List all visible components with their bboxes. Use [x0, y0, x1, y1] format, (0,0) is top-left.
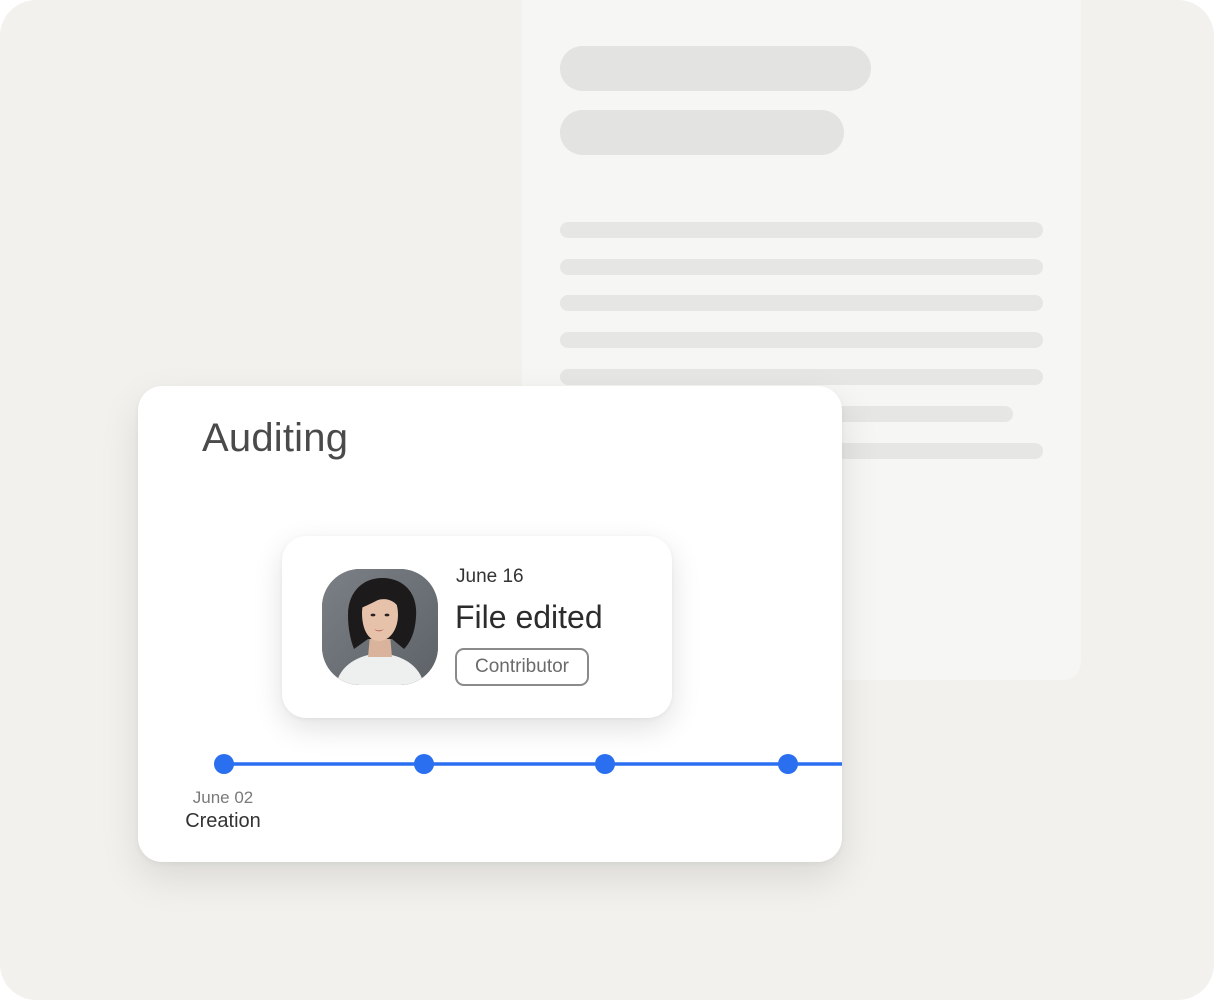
skeleton-text-line: [560, 369, 1043, 385]
canvas-background: Auditing June 02 Creation June 16 File e…: [0, 0, 1214, 1000]
timeline-event-label: Creation: [185, 810, 261, 832]
skeleton-text-line: [560, 295, 1043, 311]
timeline-event-date: June 02: [192, 788, 254, 807]
role-badge: Contributor: [455, 648, 589, 686]
timeline-point[interactable]: [778, 754, 798, 774]
event-popover[interactable]: June 16 File edited Contributor: [282, 536, 672, 718]
skeleton-text-line: [560, 259, 1043, 275]
event-date: June 16: [456, 566, 524, 587]
skeleton-title-bar: [560, 46, 871, 91]
skeleton-subtitle-bar: [560, 110, 844, 155]
timeline-point-file-edited[interactable]: [414, 754, 434, 774]
skeleton-text-line: [560, 332, 1043, 348]
event-title: File edited: [455, 599, 603, 635]
avatar: [322, 569, 438, 685]
timeline-point[interactable]: [595, 754, 615, 774]
skeleton-text-line: [560, 222, 1043, 238]
timeline-point-creation[interactable]: [214, 754, 234, 774]
user-avatar-photo: [322, 569, 438, 685]
